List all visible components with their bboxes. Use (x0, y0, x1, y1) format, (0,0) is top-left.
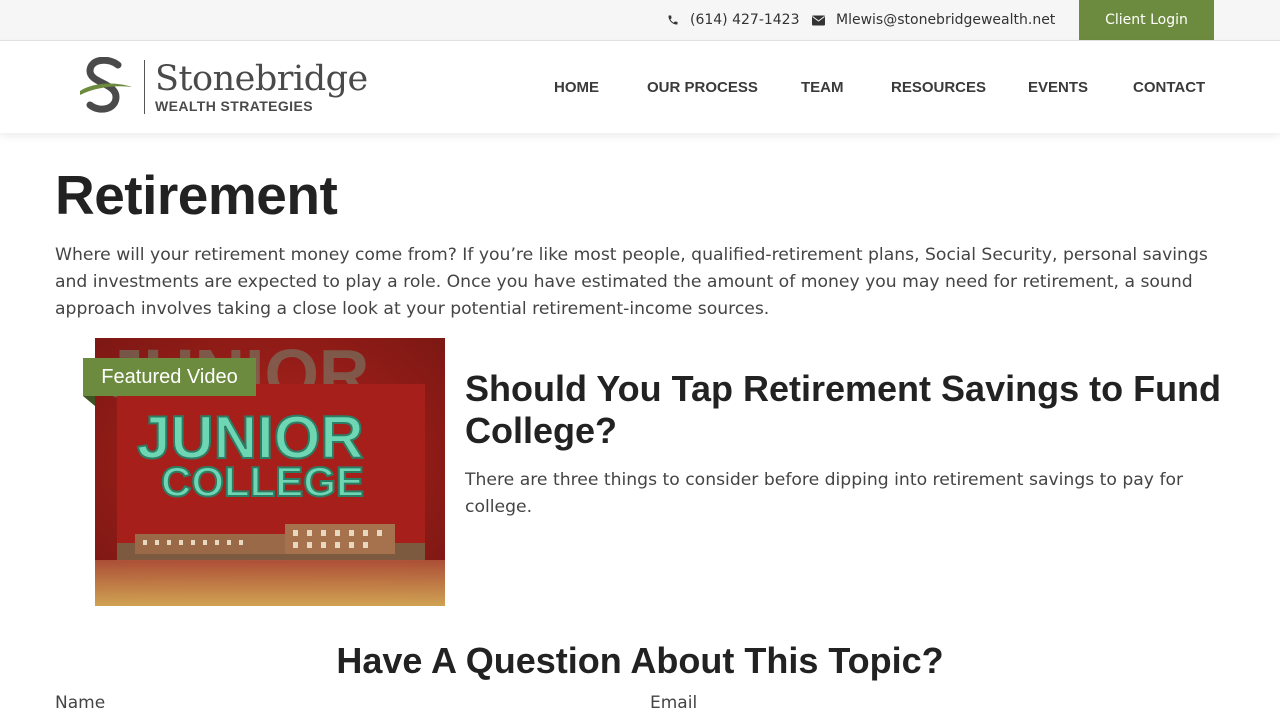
intro-paragraph: Where will your retirement money come fr… (55, 245, 1208, 319)
client-login-button[interactable]: Client Login (1079, 0, 1214, 40)
brand-tagline: WEALTH STRATEGIES (155, 98, 313, 114)
email-field-label: Email (650, 693, 698, 713)
top-utility-bar: (614) 427-1423 Mlewis@stonebridgewealth.… (0, 0, 1280, 41)
nav-contact[interactable]: CONTACT (1133, 79, 1205, 96)
email-address: Mlewis@stonebridgewealth.net (836, 12, 1056, 28)
featured-video-tag: Featured Video (83, 358, 256, 396)
nav-home[interactable]: HOME (554, 79, 599, 96)
nav-team[interactable]: TEAM (801, 79, 844, 96)
phone-icon (668, 15, 678, 25)
page-title: Retirement (55, 164, 338, 226)
nav-events[interactable]: EVENTS (1028, 79, 1088, 96)
featured-article-title[interactable]: Should You Tap Retirement Savings to Fun… (465, 368, 1225, 452)
featured-article-description: There are three things to consider befor… (465, 470, 1184, 517)
site-logo[interactable]: Stonebridge WEALTH STRATEGIES (78, 56, 368, 118)
logo-text: Stonebridge WEALTH STRATEGIES (155, 60, 368, 114)
nav-resources[interactable]: RESOURCES (891, 79, 986, 96)
envelope-icon (812, 15, 825, 25)
brand-name: Stonebridge (155, 59, 368, 99)
site-header: Stonebridge WEALTH STRATEGIES HOME OUR P… (0, 41, 1280, 133)
phone-number: (614) 427-1423 (690, 12, 800, 28)
logo-divider (144, 60, 145, 114)
phone-link[interactable]: (614) 427-1423 (667, 0, 800, 40)
svg-text:COLLEGE: COLLEGE (161, 458, 364, 505)
nav-our-process[interactable]: OUR PROCESS (647, 79, 758, 96)
question-form-heading: Have A Question About This Topic? (336, 640, 944, 681)
logo-mark-icon (80, 57, 132, 113)
email-link[interactable]: Mlewis@stonebridgewealth.net (812, 0, 1055, 40)
name-field-label: Name (55, 693, 106, 713)
tag-fold (83, 396, 95, 406)
